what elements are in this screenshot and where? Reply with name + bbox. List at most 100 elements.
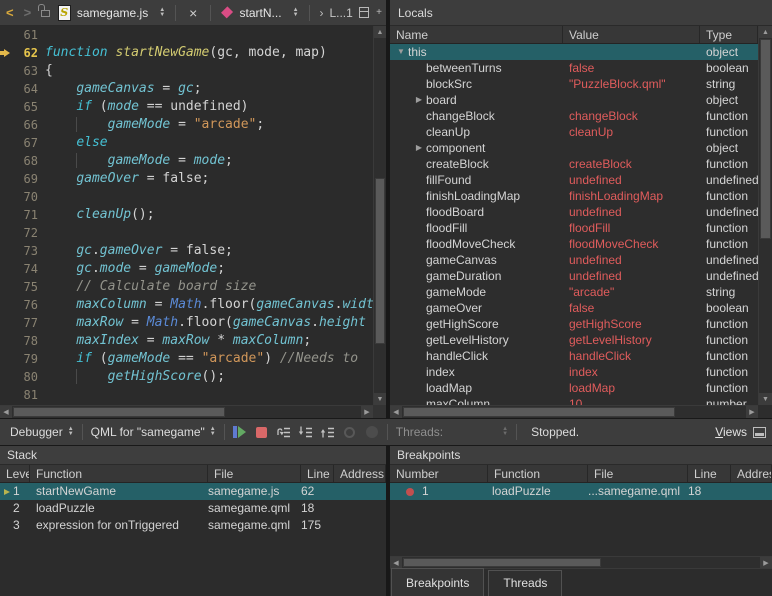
locals-horizontal-scrollbar[interactable]: ◀ ▶ — [390, 405, 758, 418]
locals-row[interactable]: ▶componentobject — [390, 140, 758, 156]
scrollbar-thumb[interactable] — [403, 558, 601, 567]
locals-row[interactable]: floodMoveCheckfloodMoveCheckfunction — [390, 236, 758, 252]
breakpoints-column-function[interactable]: Function — [488, 465, 588, 482]
line-number[interactable]: 81 — [13, 386, 45, 404]
code-line[interactable]: 74 gc.mode = gameMode; — [0, 260, 373, 278]
breakpoints-column-number[interactable]: Number — [390, 465, 488, 482]
scroll-right-icon[interactable]: ▶ — [361, 406, 373, 418]
code-line[interactable]: 62function startNewGame(gc, mode, map) — [0, 44, 373, 62]
stack-column-level[interactable]: Level — [0, 465, 30, 482]
locals-row[interactable]: fillFoundundefinedundefined — [390, 172, 758, 188]
line-number[interactable]: 77 — [13, 314, 45, 332]
scroll-left-icon[interactable]: ◀ — [0, 406, 12, 418]
code-line[interactable]: 67 else — [0, 134, 373, 152]
scroll-up-icon[interactable]: ▲ — [374, 26, 386, 38]
locals-row[interactable]: floodBoardundefinedundefined — [390, 204, 758, 220]
line-number[interactable]: 64 — [13, 80, 45, 98]
line-number[interactable]: 71 — [13, 206, 45, 224]
scroll-left-icon[interactable]: ◀ — [390, 406, 402, 418]
stack-column-file[interactable]: File — [208, 465, 301, 482]
code-line[interactable]: 77 maxRow = Math.floor(gameCanvas.height — [0, 314, 373, 332]
scroll-right-icon[interactable]: ▶ — [760, 557, 772, 568]
line-number[interactable]: 65 — [13, 98, 45, 116]
code-line[interactable]: 80 getHighScore(); — [0, 368, 373, 386]
scroll-up-icon[interactable]: ▲ — [759, 26, 772, 38]
locals-row[interactable]: maxColumn10number — [390, 396, 758, 405]
split-editor-icon[interactable] — [359, 7, 369, 18]
code-area[interactable]: 6162function startNewGame(gc, mode, map)… — [0, 26, 373, 405]
locals-row[interactable]: finishLoadingMapfinishLoadingMapfunction — [390, 188, 758, 204]
scroll-down-icon[interactable]: ▼ — [759, 393, 772, 405]
scrollbar-thumb[interactable] — [403, 407, 675, 417]
line-number[interactable]: 75 — [13, 278, 45, 296]
forward-icon[interactable]: > — [22, 5, 34, 20]
line-number[interactable]: 74 — [13, 260, 45, 278]
split-plus-icon[interactable]: + — [376, 7, 382, 18]
line-number[interactable]: 72 — [13, 224, 45, 242]
scrollbar-thumb[interactable] — [760, 39, 771, 239]
window-layout-icon[interactable] — [753, 427, 766, 438]
overflow-chevron-icon[interactable]: › — [319, 6, 323, 20]
continue-debug-icon[interactable] — [229, 423, 251, 441]
open-file-combo[interactable]: samegame.js — [77, 6, 148, 20]
tab-breakpoints[interactable]: Breakpoints — [391, 568, 484, 596]
breakpoints-column-line[interactable]: Line — [688, 465, 731, 482]
editor-horizontal-scrollbar[interactable]: ◀ ▶ — [0, 405, 373, 418]
line-number[interactable]: 70 — [13, 188, 45, 206]
locals-row[interactable]: indexindexfunction — [390, 364, 758, 380]
breakpoints-column-file[interactable]: File — [588, 465, 688, 482]
expand-toggle-icon[interactable]: ▼ — [394, 44, 408, 60]
locals-row[interactable]: betweenTurnsfalseboolean — [390, 60, 758, 76]
line-number[interactable]: 80 — [13, 368, 45, 386]
locals-column-type[interactable]: Type — [700, 26, 758, 43]
line-number[interactable]: 62 — [13, 44, 45, 62]
locals-row[interactable]: ▶boardobject — [390, 92, 758, 108]
scroll-right-icon[interactable]: ▶ — [746, 406, 758, 418]
scroll-down-icon[interactable]: ▼ — [374, 393, 386, 405]
back-icon[interactable]: < — [4, 5, 16, 20]
line-number[interactable]: 79 — [13, 350, 45, 368]
lock-icon[interactable] — [41, 10, 50, 17]
code-line[interactable]: 79 if (gameMode == "arcade") //Needs to — [0, 350, 373, 368]
line-number[interactable]: 69 — [13, 170, 45, 188]
panel-splitter[interactable] — [386, 0, 390, 418]
locals-row[interactable]: floodFillfloodFillfunction — [390, 220, 758, 236]
locals-row[interactable]: gameDurationundefinedundefined — [390, 268, 758, 284]
line-number[interactable]: 63 — [13, 62, 45, 80]
locals-row[interactable]: ▼thisobject — [390, 44, 758, 60]
breakpoints-column-address[interactable]: Address — [731, 465, 772, 482]
line-number[interactable]: 66 — [13, 116, 45, 134]
locals-vertical-scrollbar[interactable]: ▲ ▼ — [758, 26, 772, 405]
code-line[interactable]: 69 gameOver = false; — [0, 170, 373, 188]
locals-column-name[interactable]: Name — [390, 26, 563, 43]
scrollbar-thumb[interactable] — [375, 178, 385, 345]
stack-row[interactable]: 1startNewGamesamegame.js62 — [0, 483, 386, 500]
line-number[interactable]: 61 — [13, 26, 45, 44]
locals-row[interactable]: gameOverfalseboolean — [390, 300, 758, 316]
chevron-updown-icon[interactable]: ▲▼ — [159, 8, 165, 18]
locals-row[interactable]: handleClickhandleClickfunction — [390, 348, 758, 364]
stack-column-address[interactable]: Address — [334, 465, 386, 482]
expand-toggle-icon[interactable]: ▶ — [412, 92, 426, 108]
locals-row[interactable]: gameMode"arcade"string — [390, 284, 758, 300]
symbol-combo[interactable]: startN... — [240, 6, 282, 20]
line-marker-margin[interactable] — [0, 49, 13, 57]
scrollbar-thumb[interactable] — [13, 407, 225, 417]
locals-row[interactable]: loadMaploadMapfunction — [390, 380, 758, 396]
stack-column-function[interactable]: Function — [30, 465, 208, 482]
code-line[interactable]: 63{ — [0, 62, 373, 80]
code-line[interactable]: 76 maxColumn = Math.floor(gameCanvas.wid… — [0, 296, 373, 314]
code-line[interactable]: 64 gameCanvas = gc; — [0, 80, 373, 98]
code-line[interactable]: 72 — [0, 224, 373, 242]
debugger-mode-combo[interactable]: Debugger ▲▼ — [6, 425, 78, 439]
editor-vertical-scrollbar[interactable]: ▲ ▼ — [373, 26, 386, 405]
breakpoint-row[interactable]: 1loadPuzzle...samegame.qml18 — [390, 483, 772, 500]
locals-row[interactable]: createBlockcreateBlockfunction — [390, 156, 758, 172]
locals-row[interactable]: cleanUpcleanUpfunction — [390, 124, 758, 140]
stack-column-line[interactable]: Line — [301, 465, 334, 482]
scroll-left-icon[interactable]: ◀ — [390, 557, 402, 568]
code-line[interactable]: 66 gameMode = "arcade"; — [0, 116, 373, 134]
code-line[interactable]: 73 gc.gameOver = false; — [0, 242, 373, 260]
locals-row[interactable]: getLevelHistorygetLevelHistoryfunction — [390, 332, 758, 348]
code-editor[interactable]: 6162function startNewGame(gc, mode, map)… — [0, 26, 386, 418]
